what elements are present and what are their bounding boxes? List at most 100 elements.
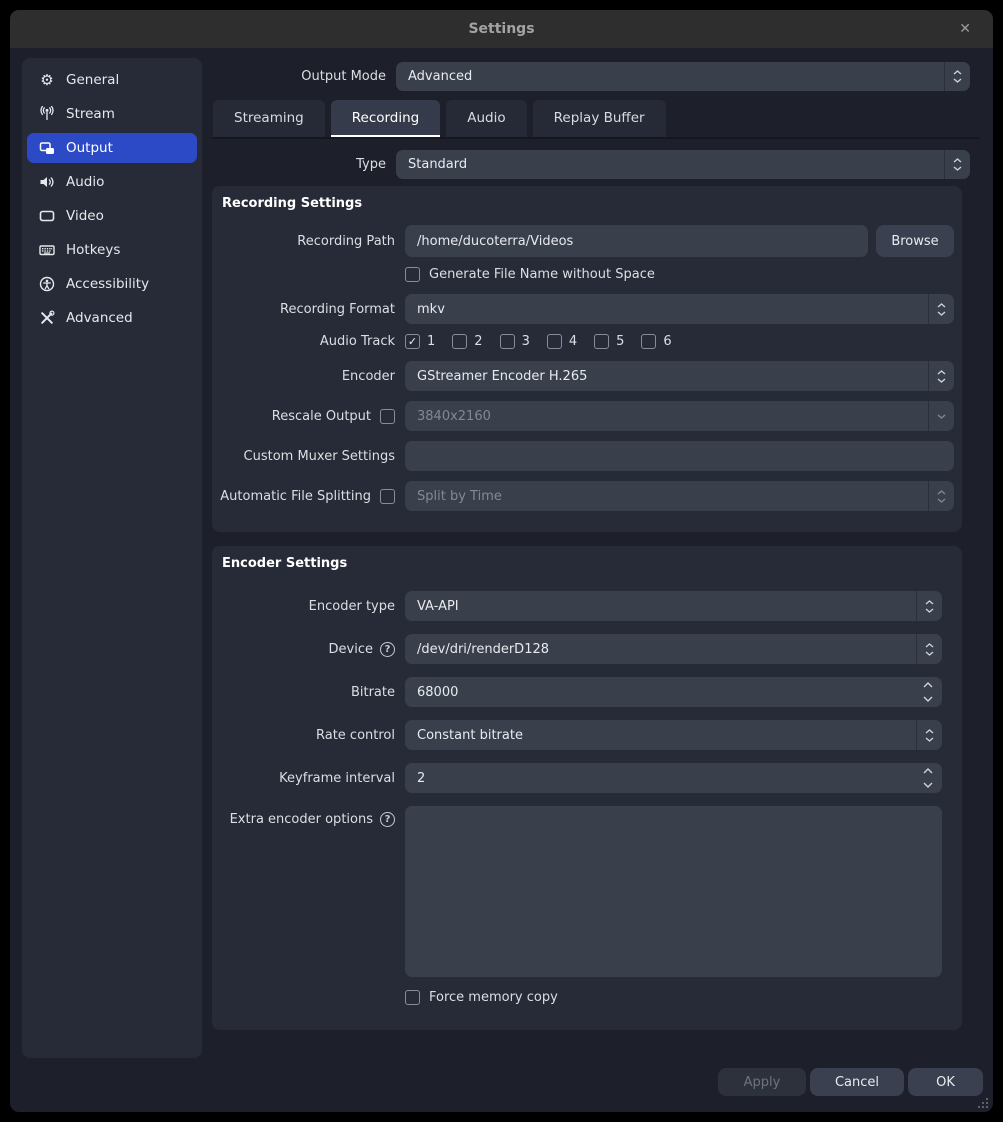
device-value: /dev/dri/renderD128: [405, 642, 916, 657]
auto-file-splitting-checkbox[interactable]: [380, 489, 395, 504]
encoder-label: Encoder: [222, 369, 405, 384]
ok-button[interactable]: OK: [908, 1068, 983, 1096]
help-icon[interactable]: ?: [380, 812, 395, 827]
sidebar-item-label: Accessibility: [66, 276, 149, 292]
encoder-type-value: VA-API: [405, 599, 916, 614]
sidebar-item-label: Video: [66, 208, 104, 224]
rate-control-select[interactable]: Constant bitrate: [405, 720, 942, 750]
sidebar-item-label: Stream: [66, 106, 115, 122]
type-label: Type: [213, 157, 396, 172]
rescale-output-checkbox[interactable]: [380, 409, 395, 424]
audio-track-1-checkbox[interactable]: ✓: [405, 334, 420, 349]
output-mode-row: Output Mode Advanced: [213, 62, 970, 91]
spinner-arrows-icon[interactable]: [923, 768, 933, 788]
recording-format-value: mkv: [405, 302, 928, 317]
auto-file-splitting-label: Automatic File Splitting: [220, 489, 371, 504]
sidebar-item-output[interactable]: Output: [27, 133, 197, 163]
recording-format-select[interactable]: mkv: [405, 294, 954, 324]
browse-button[interactable]: Browse: [876, 225, 954, 257]
keyframe-interval-spinner[interactable]: 2: [405, 763, 942, 793]
speaker-icon: [38, 174, 56, 190]
audio-track-5-checkbox[interactable]: [594, 334, 609, 349]
encoder-select[interactable]: GStreamer Encoder H.265: [405, 361, 954, 391]
encoder-type-select[interactable]: VA-API: [405, 591, 942, 621]
cancel-button[interactable]: Cancel: [810, 1068, 904, 1096]
generate-no-space-label: Generate File Name without Space: [429, 267, 655, 282]
chevron-updown-icon: [916, 720, 942, 750]
tools-icon: [38, 310, 56, 326]
audio-track-4-checkbox[interactable]: [547, 334, 562, 349]
force-memory-copy-checkbox[interactable]: [405, 990, 420, 1005]
sidebar-item-advanced[interactable]: Advanced: [27, 303, 197, 333]
chevron-updown-icon: [928, 294, 954, 324]
recording-format-row: Recording Format mkv: [222, 294, 954, 324]
gen-no-space-row: Generate File Name without Space: [222, 267, 954, 282]
rate-control-row: Rate control Constant bitrate: [222, 720, 942, 750]
bitrate-value: 68000: [405, 685, 942, 700]
rescale-resolution-value: 3840x2160: [405, 409, 928, 424]
auto-file-splitting-row: Automatic File Splitting Split by Time: [222, 481, 954, 511]
sidebar-item-hotkeys[interactable]: Hotkeys: [27, 235, 197, 265]
antenna-icon: [38, 106, 56, 122]
sidebar-item-label: Advanced: [66, 310, 133, 326]
chevron-updown-icon: [928, 361, 954, 391]
apply-button[interactable]: Apply: [718, 1068, 806, 1096]
settings-sidebar: ⚙ General Stream Output Audio Video: [22, 58, 202, 1058]
bitrate-spinner[interactable]: 68000: [405, 677, 942, 707]
help-icon[interactable]: ?: [380, 642, 395, 657]
encoder-type-row: Encoder type VA-API: [222, 591, 942, 621]
encoder-settings-group: Encoder Settings Encoder type VA-API Dev…: [212, 546, 962, 1030]
spinner-arrows-icon[interactable]: [923, 682, 933, 702]
recording-path-input[interactable]: /home/ducoterra/Videos: [405, 225, 868, 257]
split-mode-value: Split by Time: [405, 489, 928, 504]
custom-muxer-label: Custom Muxer Settings: [222, 449, 405, 464]
output-tabs: Streaming Recording Audio Replay Buffer: [213, 100, 666, 137]
sidebar-item-label: Output: [66, 140, 113, 156]
device-row: Device? /dev/dri/renderD128: [222, 634, 942, 664]
tab-recording[interactable]: Recording: [331, 100, 441, 137]
audio-track-2-checkbox[interactable]: [452, 334, 467, 349]
keyframe-interval-label: Keyframe interval: [222, 771, 405, 786]
titlebar[interactable]: Settings ✕: [10, 10, 993, 48]
bitrate-label: Bitrate: [222, 685, 405, 700]
chevron-down-icon: [928, 401, 954, 431]
tab-replay-buffer[interactable]: Replay Buffer: [533, 100, 666, 137]
section-title: Encoder Settings: [222, 556, 942, 571]
tab-streaming[interactable]: Streaming: [213, 100, 325, 137]
chevron-updown-icon: [944, 62, 970, 91]
extra-encoder-options-label: Extra encoder options: [230, 812, 373, 827]
settings-dialog: Settings ✕ ⚙ General Stream Output Audio: [10, 10, 993, 1112]
tab-audio[interactable]: Audio: [446, 100, 526, 137]
generate-no-space-checkbox[interactable]: [405, 267, 420, 282]
audio-track-row: Audio Track ✓1 2 3 4 5 6: [222, 334, 954, 349]
device-label: Device: [329, 642, 373, 657]
keyframe-interval-value: 2: [405, 771, 942, 786]
rescale-resolution-select[interactable]: 3840x2160: [405, 401, 954, 431]
output-mode-select[interactable]: Advanced: [396, 62, 970, 91]
split-mode-select[interactable]: Split by Time: [405, 481, 954, 511]
type-select[interactable]: Standard: [396, 150, 970, 179]
audio-track-3-checkbox[interactable]: [500, 334, 515, 349]
rescale-output-label: Rescale Output: [272, 409, 371, 424]
rescale-output-row: Rescale Output 3840x2160: [222, 401, 954, 431]
sidebar-item-audio[interactable]: Audio: [27, 167, 197, 197]
accessibility-icon: [38, 276, 56, 292]
sidebar-item-accessibility[interactable]: Accessibility: [27, 269, 197, 299]
custom-muxer-input[interactable]: [405, 441, 954, 471]
audio-track-6-checkbox[interactable]: [641, 334, 656, 349]
encoder-row: Encoder GStreamer Encoder H.265: [222, 361, 954, 391]
output-mode-value: Advanced: [396, 69, 944, 84]
extra-encoder-options-textarea[interactable]: [405, 806, 942, 977]
extra-encoder-options-row: Extra encoder options?: [222, 806, 942, 977]
sidebar-item-stream[interactable]: Stream: [27, 99, 197, 129]
recording-path-label: Recording Path: [222, 234, 405, 249]
device-select[interactable]: /dev/dri/renderD128: [405, 634, 942, 664]
rate-control-value: Constant bitrate: [405, 728, 916, 743]
monitor-icon: [38, 208, 56, 224]
sidebar-item-general[interactable]: ⚙ General: [27, 65, 197, 95]
resize-grip[interactable]: [976, 1096, 988, 1108]
sidebar-item-video[interactable]: Video: [27, 201, 197, 231]
chevron-updown-icon: [944, 150, 970, 179]
close-icon[interactable]: ✕: [951, 10, 979, 48]
force-memory-copy-label: Force memory copy: [429, 990, 558, 1005]
